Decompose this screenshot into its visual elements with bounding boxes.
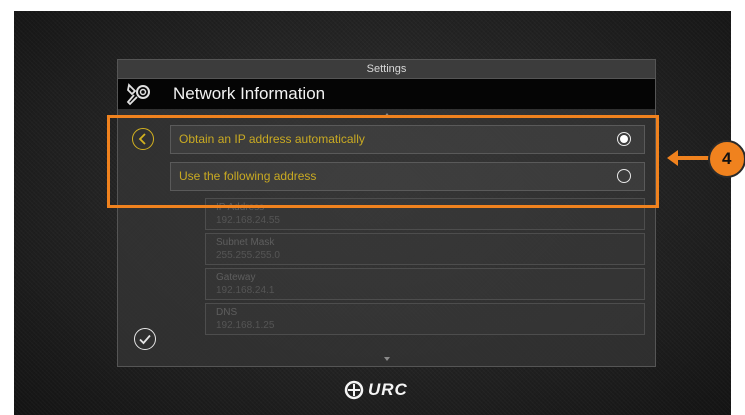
page-title: Network Information [173,84,326,103]
field-value: 255.255.255.0 [216,250,280,261]
field-label: DNS [216,307,238,318]
field-value: 192.168.24.1 [216,285,275,296]
logo-text: URC [368,380,408,399]
field-label: Subnet Mask [216,237,275,248]
gateway-field: Gateway 192.168.24.1 [205,268,645,300]
device-screen: Settings Network Information Obtain an I… [14,11,731,415]
checkmark-icon [139,334,151,345]
annotation-highlight-box [107,115,659,208]
urc-logo: URC [344,379,430,401]
callout-arrow-icon [667,150,710,166]
page-header: Network Information [118,79,655,109]
window-title: Settings [118,60,655,79]
logo-mark-icon [344,380,364,400]
field-label: Gateway [216,272,256,283]
dns-field: DNS 192.168.1.25 [205,303,645,335]
settings-panel: Settings Network Information Obtain an I… [117,59,656,367]
callout-number-badge: 4 [708,140,745,178]
subnet-mask-field: Subnet Mask 255.255.255.0 [205,233,645,265]
field-value: 192.168.1.25 [216,320,275,331]
field-value: 192.168.24.55 [216,215,280,226]
wrench-icon [126,83,150,106]
scroll-down-icon[interactable] [383,357,390,361]
confirm-button[interactable] [134,328,156,350]
